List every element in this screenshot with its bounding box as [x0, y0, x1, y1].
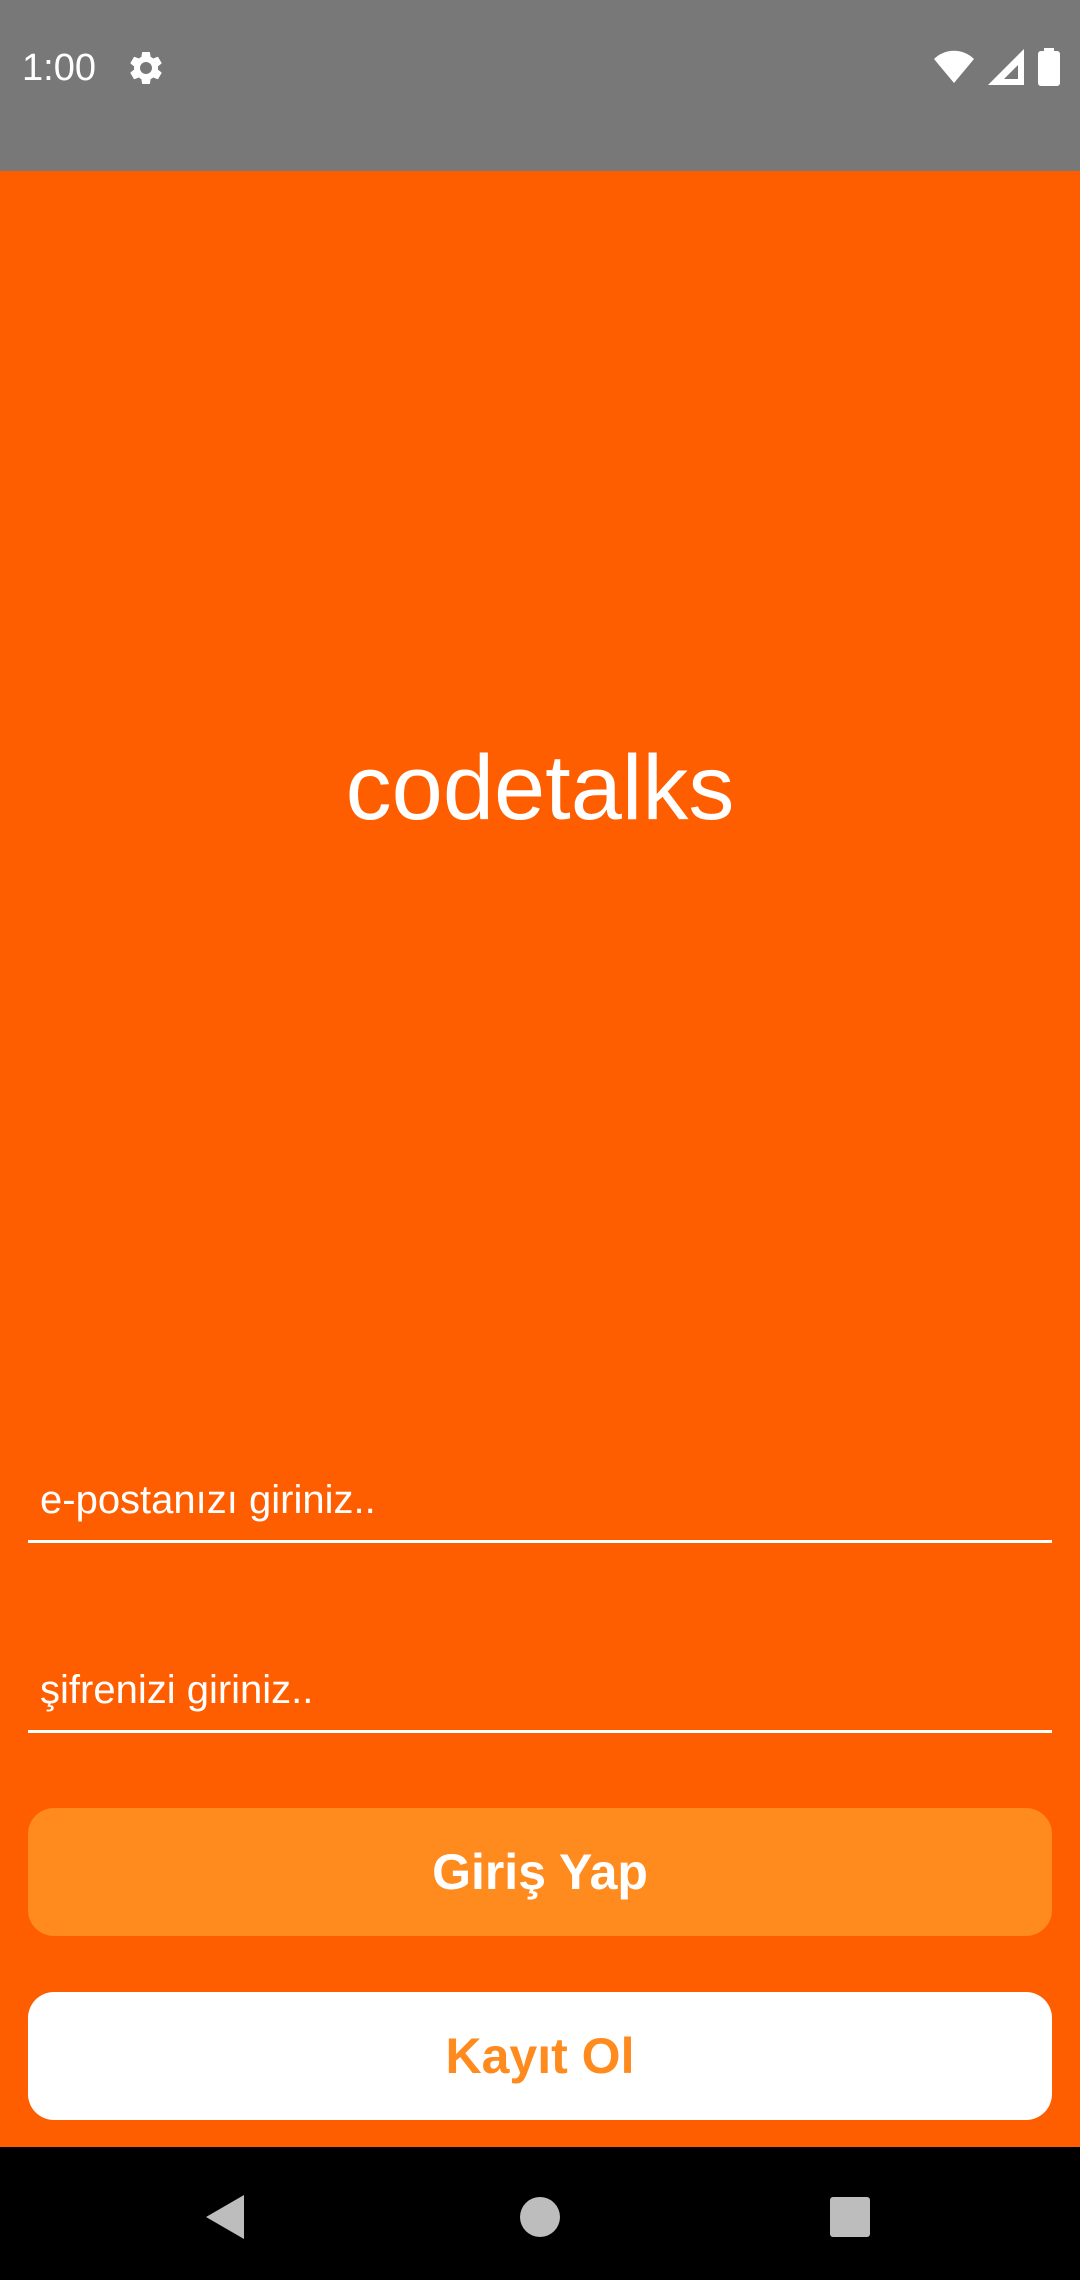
back-icon[interactable] [198, 2187, 258, 2247]
email-field-container [28, 1460, 1052, 1543]
status-time: 1:00 [22, 47, 96, 89]
status-bar: 1:00 [0, 0, 1080, 171]
recents-icon[interactable] [820, 2187, 880, 2247]
register-button[interactable]: Kayıt Ol [28, 1992, 1052, 2120]
home-icon[interactable] [510, 2187, 570, 2247]
login-screen: codetalks Giriş Yap Kayıt Ol [0, 171, 1080, 2147]
password-field-container [28, 1650, 1052, 1733]
status-icons [934, 46, 1060, 88]
wifi-icon [934, 50, 974, 84]
gear-icon [126, 48, 166, 88]
email-field[interactable] [28, 1460, 1052, 1540]
signal-icon [988, 49, 1024, 85]
navigation-bar [0, 2147, 1080, 2280]
password-field[interactable] [28, 1650, 1052, 1730]
login-button[interactable]: Giriş Yap [28, 1808, 1052, 1936]
battery-icon [1038, 48, 1060, 86]
app-title: codetalks [345, 737, 735, 839]
